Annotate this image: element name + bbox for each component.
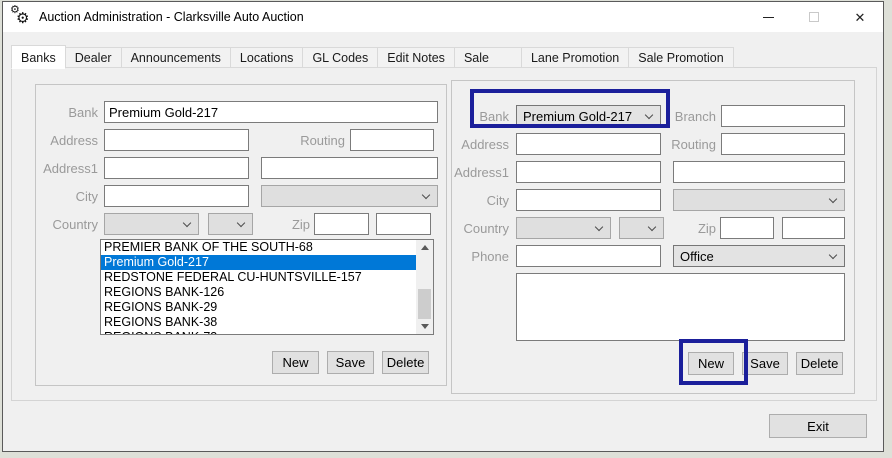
routing-label: Routing [249,133,345,148]
tab-sale-promotion[interactable]: Sale Promotion [628,47,733,68]
address2-input[interactable] [673,161,845,183]
chevron-down-icon [595,223,603,231]
address1-label: Address1 [452,165,509,180]
right-delete-button[interactable]: Delete [796,352,843,375]
state-dropdown [673,189,845,211]
tab-strip: Banks Dealer Announcements Locations GL … [11,45,734,68]
app-gears-icon: ⚙ ⚙ [10,6,32,28]
chevron-down-icon [237,219,245,227]
address1-input[interactable] [516,161,661,183]
bank-label: Bank [36,105,98,120]
country-label: Country [452,221,509,236]
bank-edit-panel-left: Bank Address Routing Address1 City [35,84,447,386]
bank-list-item[interactable]: REGIONS BANK-126 [101,285,416,300]
address-label: Address [36,133,98,148]
close-button[interactable]: ✕ [837,2,883,32]
branch-input[interactable] [721,105,845,127]
address1-label: Address1 [36,161,98,176]
chevron-down-icon [829,251,837,259]
address2-input[interactable] [261,157,438,179]
maximize-button[interactable] [791,2,837,32]
right-new-button[interactable]: New [688,352,734,375]
chevron-down-icon [422,191,430,199]
right-save-button[interactable]: Save [742,352,788,375]
tab-lane-promotion[interactable]: Lane Promotion [521,47,629,68]
scroll-down-button[interactable] [416,319,433,334]
bank-list-item-selected[interactable]: Premium Gold-217 [101,255,416,270]
tab-announcements[interactable]: Announcements [121,47,231,68]
address-input[interactable] [516,133,661,155]
state-dropdown [261,185,438,207]
zip-label: Zip [253,217,310,232]
maximize-icon [809,12,819,22]
routing-input[interactable] [350,129,434,151]
scroll-up-icon [421,245,429,250]
address-label: Address [452,137,509,152]
bank-label: Bank [452,109,509,124]
country-label: Country [36,217,98,232]
city-input[interactable] [516,189,661,211]
title-bar[interactable]: ⚙ ⚙ Auction Administration - Clarksville… [3,2,883,32]
notes-textbox[interactable] [516,273,845,341]
bank-list-item[interactable]: REGIONS BANK-73 [101,330,416,334]
routing-input[interactable] [721,133,845,155]
bank-list-item[interactable]: REDSTONE FEDERAL CU-HUNTSVILLE-157 [101,270,416,285]
phone-label: Phone [452,249,509,264]
routing-label: Routing [661,137,716,152]
chevron-down-icon [645,111,653,119]
gear-icon: ⚙ [16,9,29,27]
phone-input[interactable] [516,245,661,267]
tab-locations[interactable]: Locations [230,47,304,68]
bank-list-item[interactable]: PREMIER BANK OF THE SOUTH-68 [101,240,416,255]
minimize-button[interactable] [745,2,791,32]
zip4-input[interactable] [782,217,845,239]
bank-list-item[interactable]: REGIONS BANK-38 [101,315,416,330]
zip-label: Zip [664,221,716,236]
bank-listbox[interactable]: PREMIER BANK OF THE SOUTH-68 Premium Gol… [100,239,434,335]
address-input[interactable] [104,129,249,151]
tab-gl-codes[interactable]: GL Codes [302,47,378,68]
app-window: ⚙ ⚙ Auction Administration - Clarksville… [2,1,884,452]
window-title: Auction Administration - Clarksville Aut… [39,10,304,24]
branch-edit-panel-right: Bank Premium Gold-217 Branch Address Rou… [451,80,855,394]
chevron-down-icon [183,219,191,227]
country-dropdown [104,213,199,235]
bank-selected-value: Premium Gold-217 [523,109,632,124]
chevron-down-icon [829,195,837,203]
tab-banks[interactable]: Banks [11,45,66,69]
left-new-button[interactable]: New [272,351,319,374]
minimize-icon [763,17,774,18]
zip-input[interactable] [720,217,774,239]
bank-list: PREMIER BANK OF THE SOUTH-68 Premium Gol… [101,240,416,334]
phone-type-selected-value: Office [680,249,714,264]
bank-select-dropdown[interactable]: Premium Gold-217 [516,105,661,127]
banks-tab-page: Bank Address Routing Address1 City [11,67,877,401]
window-controls: ✕ [745,2,883,32]
bank-list-item[interactable]: REGIONS BANK-29 [101,300,416,315]
scrollbar-thumb[interactable] [418,289,431,319]
close-icon: ✕ [855,11,866,24]
tab-sale[interactable]: Sale [454,47,522,68]
bank-name-input[interactable] [104,101,438,123]
city-label: City [452,193,509,208]
scroll-down-icon [421,324,429,329]
list-scrollbar[interactable] [416,240,433,334]
city-input[interactable] [104,185,249,207]
left-save-button[interactable]: Save [327,351,374,374]
exit-button[interactable]: Exit [769,414,867,438]
address1-input[interactable] [104,157,249,179]
country-dropdown [516,217,611,239]
tab-edit-notes[interactable]: Edit Notes [377,47,455,68]
chevron-down-icon [648,223,656,231]
zip-input[interactable] [314,213,369,235]
region-dropdown [619,217,664,239]
region-dropdown [208,213,253,235]
left-delete-button[interactable]: Delete [382,351,429,374]
scroll-up-button[interactable] [416,240,433,255]
phone-type-dropdown[interactable]: Office [673,245,845,267]
zip4-input[interactable] [376,213,431,235]
branch-label: Branch [661,109,716,124]
city-label: City [36,189,98,204]
tab-dealer[interactable]: Dealer [65,47,122,68]
